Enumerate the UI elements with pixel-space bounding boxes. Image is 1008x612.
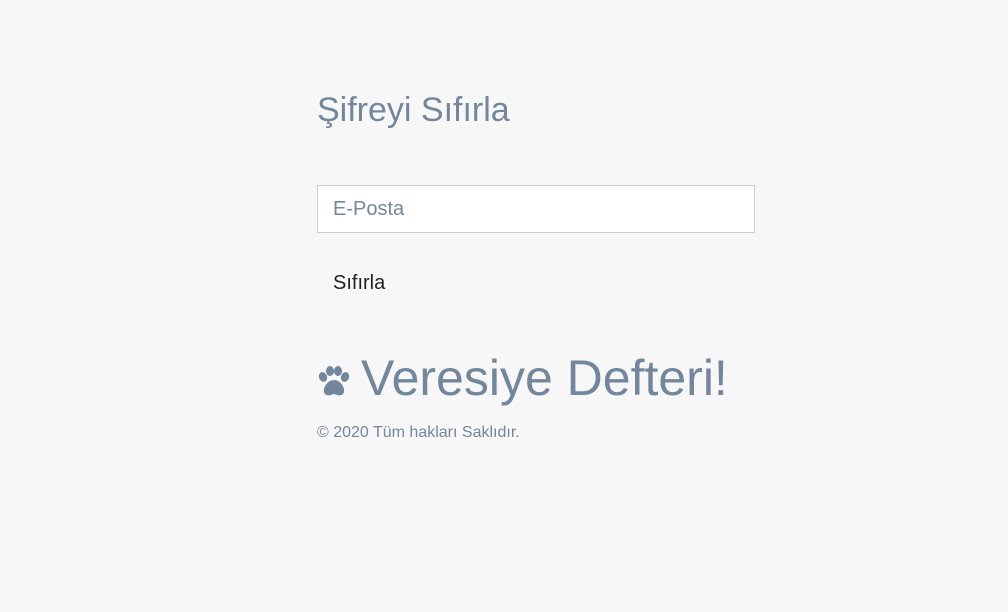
- reset-button[interactable]: Sıfırla: [317, 264, 401, 302]
- email-field[interactable]: [317, 185, 755, 233]
- copyright-text: © 2020 Tüm hakları Saklıdır.: [317, 424, 520, 441]
- brand-name: Veresiye Defteri!: [361, 350, 728, 406]
- brand-logo: Veresiye Defteri!: [317, 348, 728, 408]
- page-title: Şifreyi Sıfırla: [317, 91, 510, 129]
- paw-icon: [318, 366, 350, 396]
